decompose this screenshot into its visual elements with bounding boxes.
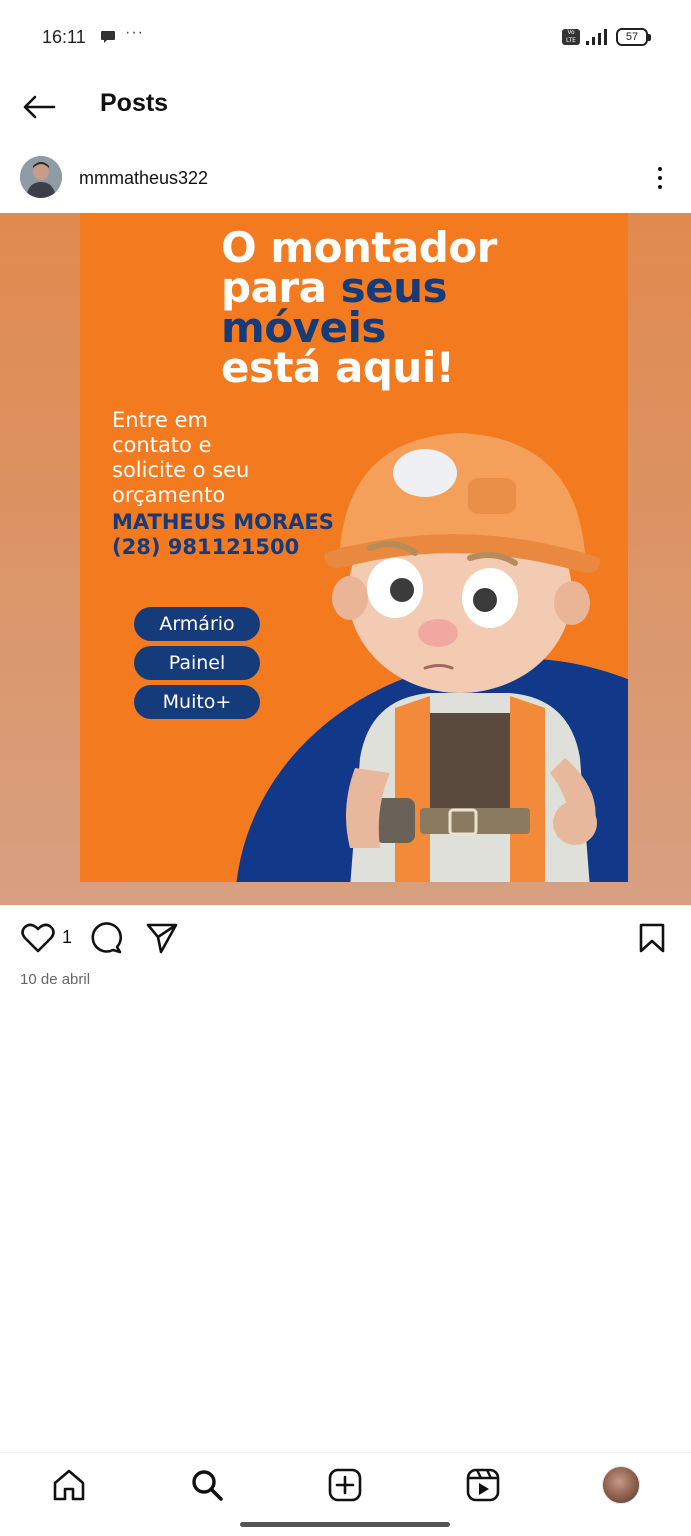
- home-indicator[interactable]: [240, 1522, 450, 1527]
- bookmark-icon: [639, 923, 665, 953]
- comment-icon: [91, 922, 122, 954]
- flyer-pill: Painel: [134, 646, 260, 680]
- reels-icon: [466, 1468, 500, 1502]
- flyer-headline-line: O montador: [221, 223, 497, 272]
- flyer-subtext: Entre em contato e solicite o seu orçame…: [112, 408, 249, 508]
- home-icon: [53, 1469, 85, 1501]
- post-date: 10 de abril: [20, 971, 91, 988]
- flyer-subtext-line: contato e: [112, 433, 212, 457]
- send-icon: [146, 923, 178, 954]
- nav-create-button[interactable]: [321, 1463, 369, 1507]
- profile-avatar: [602, 1466, 640, 1504]
- flyer-subtext-line: Entre em: [112, 408, 208, 432]
- more-dot-icon: [658, 167, 662, 171]
- author-avatar[interactable]: [20, 156, 62, 198]
- comment-button[interactable]: [86, 918, 126, 958]
- arrow-left-icon: [23, 95, 56, 119]
- flyer-image: O montador para seus móveis está aqui! E…: [80, 213, 628, 882]
- like-count[interactable]: 1: [62, 927, 72, 948]
- post-header: mmmatheus322: [0, 148, 691, 208]
- like-button[interactable]: [18, 918, 58, 958]
- save-button[interactable]: [632, 918, 672, 958]
- page-title: Posts: [100, 89, 169, 117]
- post-image[interactable]: O montador para seus móveis está aqui! E…: [0, 213, 691, 905]
- more-dot-icon: [658, 185, 662, 189]
- flyer-contact-name: MATHEUS MORAES: [112, 510, 334, 534]
- create-icon: [328, 1468, 362, 1502]
- back-button[interactable]: [18, 88, 60, 126]
- nav-search-button[interactable]: [183, 1463, 231, 1507]
- post-options-button[interactable]: [648, 162, 672, 194]
- worker-illustration: [324, 433, 601, 882]
- status-bar: 16:11 ··· Vo LTE 57: [0, 0, 691, 76]
- heart-icon: [21, 923, 55, 953]
- post-actions: 1: [0, 914, 691, 962]
- status-more-dots: ···: [125, 24, 144, 41]
- top-header: Posts: [0, 76, 691, 136]
- share-button[interactable]: [142, 918, 182, 958]
- nav-home-button[interactable]: [45, 1463, 93, 1507]
- flyer-pill: Armário: [134, 607, 260, 641]
- author-username[interactable]: mmmatheus322: [79, 168, 208, 189]
- more-dot-icon: [658, 176, 662, 180]
- flyer-subtext-line: solicite o seu: [112, 458, 250, 482]
- avatar-image: [20, 156, 62, 198]
- flyer-contact-phone: (28) 981121500: [112, 535, 300, 559]
- nav-reels-button[interactable]: [459, 1463, 507, 1507]
- signal-icon: [586, 29, 607, 45]
- flyer-headline-line: móveis: [221, 303, 386, 352]
- flyer-subtext-line: orçamento: [112, 483, 226, 507]
- flyer-headline-line: para seus: [221, 267, 497, 309]
- nav-profile-button[interactable]: [597, 1463, 645, 1507]
- battery-icon: 57: [616, 28, 651, 46]
- flyer-headline-line: está aqui!: [221, 343, 455, 392]
- chat-notification-icon: [101, 31, 115, 43]
- flyer-pill: Muito+: [134, 685, 260, 719]
- flyer-headline: O montador para seus móveis está aqui!: [221, 223, 497, 392]
- flyer-contact: MATHEUS MORAES (28) 981121500: [112, 510, 334, 560]
- search-icon: [192, 1470, 223, 1501]
- volte-icon: Vo LTE: [562, 29, 580, 45]
- status-time: 16:11: [42, 27, 86, 47]
